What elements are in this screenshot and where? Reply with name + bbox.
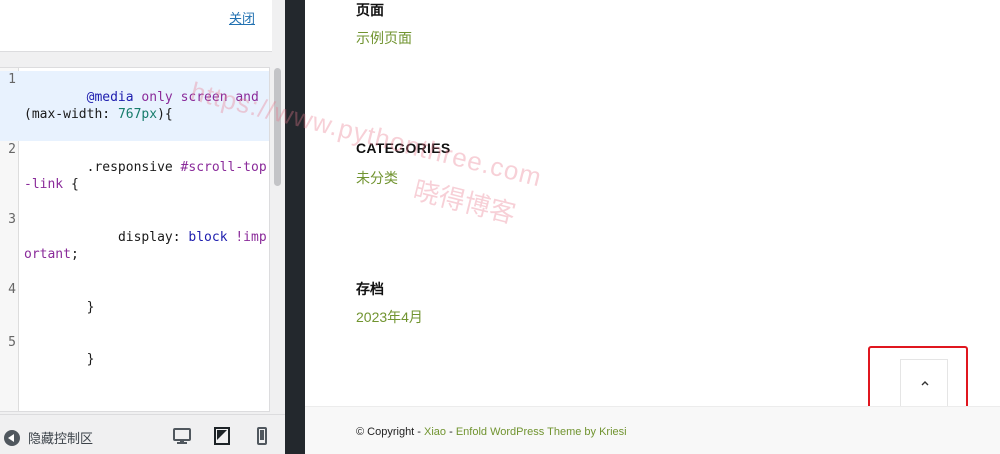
token-keyword: screen [180, 89, 228, 105]
token-keyword: only [141, 89, 173, 105]
widget-title-categories: CATEGORIES [356, 140, 451, 156]
token-punct: { [70, 177, 79, 192]
token-at-rule: @media [86, 89, 134, 105]
scroll-top-button[interactable] [900, 359, 948, 407]
footer-theme-link[interactable]: Enfold WordPress Theme by Kriesi [456, 426, 627, 438]
widget-title-archive: 存档 [356, 281, 384, 297]
collapse-left-icon [4, 429, 20, 446]
token-punct: } [86, 299, 95, 315]
footer-copyright: © Copyright - Xiao - Enfold WordPress Th… [356, 426, 627, 438]
collapse-sidebar-button[interactable]: 隐藏控制区 [4, 428, 93, 447]
token-punct: ){ [157, 107, 173, 122]
widget-title-pages: 页面 [356, 2, 384, 18]
token-punct: (max- [24, 107, 64, 122]
link-archive-month[interactable]: 2023年4月 [356, 307, 423, 327]
site-preview: 页面 示例页面 CATEGORIES 未分类 存档 2023年4月 © Copy… [305, 0, 1000, 454]
token-number: 767px [117, 107, 158, 122]
link-sample-page[interactable]: 示例页面 [356, 28, 412, 48]
css-code-editor[interactable]: 1 @media only screen and (max-width: 767p… [0, 67, 270, 412]
device-desktop-button[interactable] [171, 425, 193, 447]
panel-header: 关闭 [0, 0, 272, 52]
link-uncategorized[interactable]: 未分类 [356, 168, 398, 188]
device-tablet-button[interactable] [211, 425, 233, 447]
token-property: display: [117, 229, 181, 245]
token-property: width: [63, 107, 111, 122]
token-punct: ; [70, 247, 79, 262]
token-class-selector: .responsive [86, 159, 173, 175]
copyright-text: © Copyright - [356, 426, 425, 438]
collapse-label: 隐藏控制区 [28, 431, 94, 446]
line-number: 3 [8, 212, 16, 227]
line-number: 5 [8, 334, 16, 350]
device-mobile-button[interactable] [251, 425, 273, 447]
tablet-icon [214, 427, 230, 445]
line-number: 4 [8, 282, 16, 297]
close-link[interactable]: 关闭 [229, 8, 255, 27]
code-line[interactable]: 3 display: block !important; [0, 211, 269, 281]
customizer-panel: 关闭 1 @media only screen and (max-width: 7… [0, 0, 285, 454]
code-area[interactable]: 1 @media only screen and (max-width: 767p… [0, 71, 269, 386]
footer-separator: - [446, 426, 456, 438]
token-keyword: and [235, 89, 259, 105]
panel-divider [285, 0, 305, 454]
code-line[interactable]: 2 .responsive #scroll-top-link { [0, 141, 269, 211]
code-line[interactable]: 4} [0, 281, 269, 334]
mobile-icon [257, 427, 267, 445]
token-punct: } [86, 352, 95, 367]
line-number: 2 [8, 142, 16, 157]
code-line[interactable]: 1 @media only screen and (max-width: 767p… [0, 71, 269, 141]
panel-scrollbar-thumb[interactable] [274, 68, 281, 186]
line-number: 1 [8, 72, 16, 87]
code-line[interactable]: 5} [0, 334, 269, 387]
panel-footer: 隐藏控制区 [0, 414, 285, 454]
site-footer: © Copyright - Xiao - Enfold WordPress Th… [305, 406, 1000, 454]
desktop-icon [173, 428, 191, 444]
chevron-up-icon [921, 381, 929, 386]
token-value: block [188, 229, 228, 245]
footer-site-link[interactable]: Xiao [424, 426, 446, 438]
